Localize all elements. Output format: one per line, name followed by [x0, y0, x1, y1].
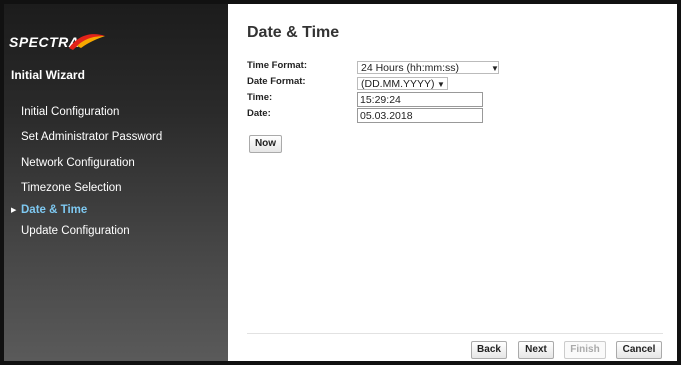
finish-button[interactable]: Finish	[564, 341, 606, 359]
nav-item-update-configuration[interactable]: Update Configuration	[21, 225, 130, 237]
logo-swoosh-icon	[69, 34, 105, 50]
sidebar: SPECTRA Initial Wizard Initial Configura…	[4, 4, 228, 361]
date-format-value: (DD.MM.YYYY)	[361, 78, 435, 90]
page-title: Date & Time	[247, 24, 340, 41]
wizard-title: Initial Wizard	[11, 68, 85, 82]
time-format-label: Time Format:	[247, 60, 308, 71]
back-button[interactable]: Back	[471, 341, 507, 359]
active-marker-icon: ▶	[11, 207, 17, 214]
time-format-value: 24 Hours (hh:mm:ss)	[361, 62, 460, 74]
nav-item-initial-configuration[interactable]: Initial Configuration	[21, 106, 119, 118]
spectra-logo: SPECTRA	[9, 34, 109, 56]
date-format-label: Date Format:	[247, 76, 306, 87]
now-button[interactable]: Now	[249, 135, 282, 153]
footer-divider	[247, 333, 663, 334]
time-label: Time:	[247, 92, 273, 103]
nav-item-set-administrator-password[interactable]: Set Administrator Password	[21, 131, 162, 143]
nav-item-network-configuration[interactable]: Network Configuration	[21, 157, 135, 169]
nav-item-timezone-selection[interactable]: Timezone Selection	[21, 182, 122, 194]
time-input[interactable]	[357, 92, 483, 107]
main-panel: Date & Time Time Format: 24 Hours (hh:mm…	[228, 4, 677, 361]
chevron-down-icon: ▼	[437, 80, 445, 89]
chevron-down-icon: ▼	[491, 64, 499, 73]
time-format-select[interactable]: 24 Hours (hh:mm:ss) ▼	[357, 61, 499, 74]
cancel-button[interactable]: Cancel	[616, 341, 662, 359]
date-input[interactable]	[357, 108, 483, 123]
date-format-select[interactable]: (DD.MM.YYYY) ▼	[357, 77, 448, 90]
date-label: Date:	[247, 108, 271, 119]
next-button[interactable]: Next	[518, 341, 554, 359]
nav-item-date-time[interactable]: Date & Time	[21, 204, 87, 216]
